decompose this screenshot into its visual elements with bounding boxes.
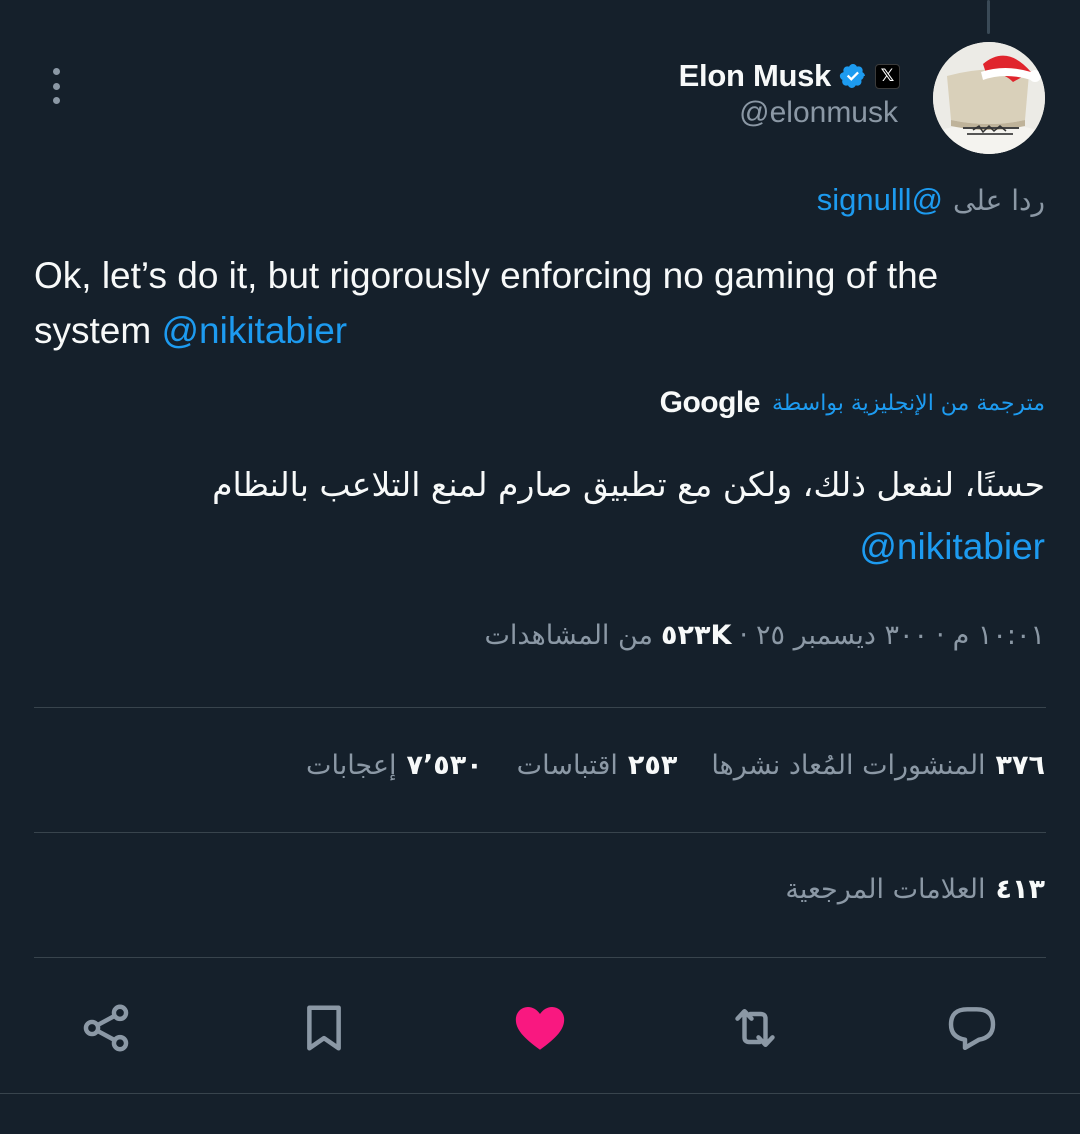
likes-count: ٧٬٥٣٠ bbox=[406, 750, 483, 781]
like-button[interactable] bbox=[510, 996, 570, 1060]
verified-badge-icon[interactable] bbox=[839, 62, 867, 90]
quotes-count: ٢٥٣ bbox=[627, 750, 678, 781]
x-logo-icon[interactable]: 𝕏 bbox=[875, 63, 900, 89]
bookmark-button[interactable] bbox=[294, 996, 354, 1060]
divider bbox=[34, 707, 1046, 708]
reposts-count: ٣٧٦ bbox=[995, 750, 1045, 781]
more-dot bbox=[52, 68, 60, 75]
likes-stat[interactable]: ٧٬٥٣٠ إعجابات bbox=[306, 750, 483, 781]
reposts-label: المنشورات المُعاد نشرها bbox=[711, 750, 986, 781]
divider bbox=[34, 832, 1046, 833]
more-options-icon[interactable] bbox=[40, 66, 72, 106]
reply-prefix: ردا على bbox=[953, 184, 1045, 217]
quotes-label: اقتباسات bbox=[516, 750, 618, 781]
tweet-time[interactable]: ١٠:٠١ م bbox=[953, 620, 1045, 651]
author-handle[interactable]: @elonmusk bbox=[739, 96, 898, 130]
tweet-date[interactable]: ٣٠٠ ديسمبر ٢٥ bbox=[756, 620, 928, 651]
views-count[interactable]: ٥٢٣K bbox=[661, 620, 731, 651]
tweet-meta: ١٠:٠١ م · ٣٠٠ ديسمبر ٢٥ · ٥٢٣K من المشاه… bbox=[484, 620, 1045, 651]
reply-icon bbox=[948, 1007, 996, 1051]
translated-mention-link[interactable]: @nikitabier bbox=[45, 526, 1045, 568]
action-bar bbox=[0, 996, 1080, 1060]
translated-text-block: حسنًا، لنفعل ذلك، ولكن مع تطبيق صارم لمن… bbox=[45, 460, 1045, 568]
tweet-text: Ok, let’s do it, but rigorously enforcin… bbox=[34, 248, 1044, 358]
translation-attribution: مترجمة من الإنجليزية بواسطة Google bbox=[660, 386, 1045, 420]
views-label: من المشاهدات bbox=[484, 620, 654, 651]
more-dot bbox=[52, 82, 60, 90]
bookmark-stats: ٤١٣ العلامات المرجعية bbox=[785, 874, 1045, 905]
meta-separator: · bbox=[935, 620, 945, 651]
more-dot bbox=[52, 97, 60, 104]
share-icon bbox=[83, 1004, 129, 1052]
divider bbox=[0, 1093, 1080, 1094]
bookmarks-label: العلامات المرجعية bbox=[785, 874, 986, 905]
tweet-mention-link[interactable]: @nikitabier bbox=[161, 310, 347, 351]
reply-context: ردا على @signulll bbox=[817, 182, 1045, 218]
reply-to-user-link[interactable]: @signulll bbox=[817, 182, 943, 218]
retweet-button[interactable] bbox=[725, 996, 785, 1060]
meta-separator: · bbox=[739, 620, 748, 651]
translated-from-label[interactable]: مترجمة من الإنجليزية بواسطة bbox=[772, 391, 1045, 416]
google-logo: Google bbox=[659, 386, 761, 419]
likes-label: إعجابات bbox=[306, 750, 397, 781]
heart-icon bbox=[515, 1006, 565, 1050]
avatar[interactable] bbox=[933, 42, 1045, 154]
thread-connector-line bbox=[987, 0, 990, 34]
translated-text: حسنًا، لنفعل ذلك، ولكن مع تطبيق صارم لمن… bbox=[212, 465, 1045, 504]
divider bbox=[34, 957, 1046, 958]
reposts-stat[interactable]: ٣٧٦ المنشورات المُعاد نشرها bbox=[711, 750, 1045, 781]
share-button[interactable] bbox=[76, 996, 136, 1060]
reply-button[interactable] bbox=[942, 996, 1002, 1060]
bookmark-icon bbox=[307, 1005, 341, 1051]
quotes-stat[interactable]: ٢٥٣ اقتباسات bbox=[517, 750, 678, 781]
author-display-name[interactable]: Elon Musk bbox=[679, 58, 832, 94]
bookmarks-stat[interactable]: ٤١٣ العلامات المرجعية bbox=[785, 874, 1045, 905]
retweet-icon bbox=[735, 1008, 775, 1048]
bookmarks-count: ٤١٣ bbox=[995, 874, 1045, 905]
avatar-image bbox=[933, 42, 1045, 154]
engagement-stats: ٣٧٦ المنشورات المُعاد نشرها ٢٥٣ اقتباسات… bbox=[306, 750, 1045, 781]
author-name-row: Elon Musk 𝕏 bbox=[679, 56, 900, 96]
